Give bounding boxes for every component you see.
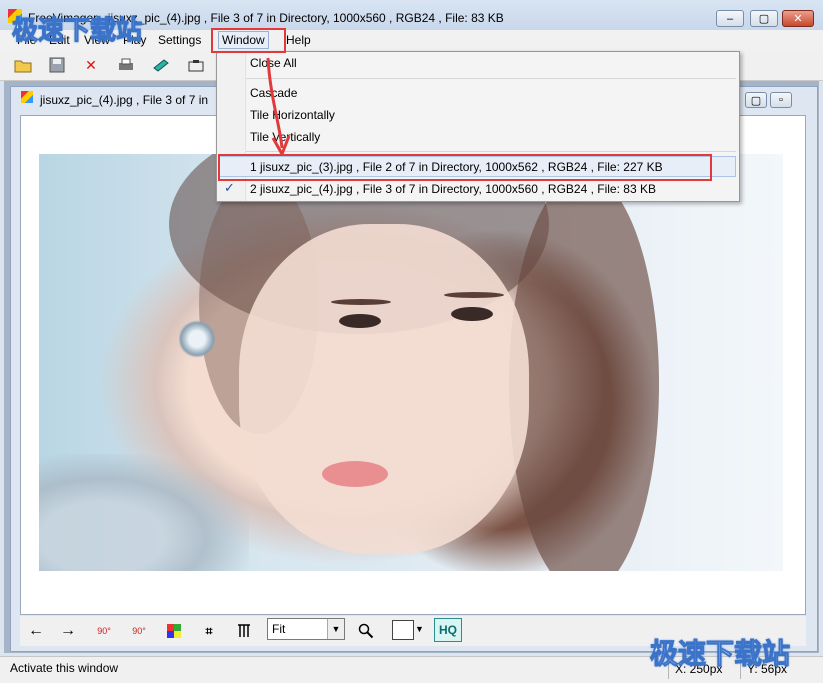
status-text: Activate this window: [10, 661, 119, 675]
prev-arrow-icon[interactable]: ←: [24, 620, 48, 642]
delete-icon[interactable]: ✕: [80, 55, 102, 75]
close-button[interactable]: ✕: [782, 10, 814, 27]
child-window-title: jisuxz_pic_(4).jpg , File 3 of 7 in: [40, 93, 209, 107]
print-icon[interactable]: [115, 55, 137, 75]
crop-icon[interactable]: ⌗: [197, 620, 221, 642]
menu-separator: [246, 78, 736, 79]
open-folder-icon[interactable]: [12, 55, 34, 75]
annotation-arrow: [266, 57, 291, 156]
photo: [39, 154, 783, 571]
hq-button[interactable]: HQ: [434, 618, 462, 642]
chevron-down-icon[interactable]: ▼: [327, 619, 344, 639]
annotation-box-window-menu: [211, 28, 286, 53]
scan-icon[interactable]: [150, 55, 172, 75]
child-maximize-button[interactable]: ▢: [745, 92, 767, 108]
background-color-icon[interactable]: [392, 620, 414, 640]
zoom-value: Fit: [272, 622, 286, 636]
next-arrow-icon[interactable]: →: [56, 620, 80, 642]
save-icon[interactable]: [46, 55, 68, 75]
annotation-box-menu-item: [218, 154, 712, 181]
maximize-button[interactable]: ▢: [750, 10, 778, 27]
check-icon: ✓: [224, 180, 235, 195]
zoom-select[interactable]: Fit ▼: [267, 618, 345, 640]
menu-separator: [246, 151, 736, 152]
minimize-button[interactable]: –: [716, 10, 744, 27]
menu-settings[interactable]: Settings: [155, 32, 204, 48]
menu-help[interactable]: Help: [283, 32, 314, 48]
child-restore-button[interactable]: ▫: [770, 92, 792, 108]
watermark-bottom: 极速下载站: [649, 637, 791, 671]
rotate-left-icon[interactable]: 90°: [92, 620, 116, 642]
rotate-right-icon[interactable]: 90°: [127, 620, 151, 642]
watermark-top: 极速下载站: [11, 16, 143, 47]
chevron-down-icon[interactable]: ▼: [415, 624, 424, 634]
zoom-icon[interactable]: [354, 620, 378, 642]
levels-icon[interactable]: [232, 620, 256, 642]
color-palette-icon[interactable]: [162, 620, 186, 642]
image-icon: [21, 91, 33, 103]
menu-item-window-2[interactable]: 2 jisuxz_pic_(4).jpg , File 3 of 7 in Di…: [250, 182, 656, 196]
capture-icon[interactable]: [185, 55, 207, 75]
